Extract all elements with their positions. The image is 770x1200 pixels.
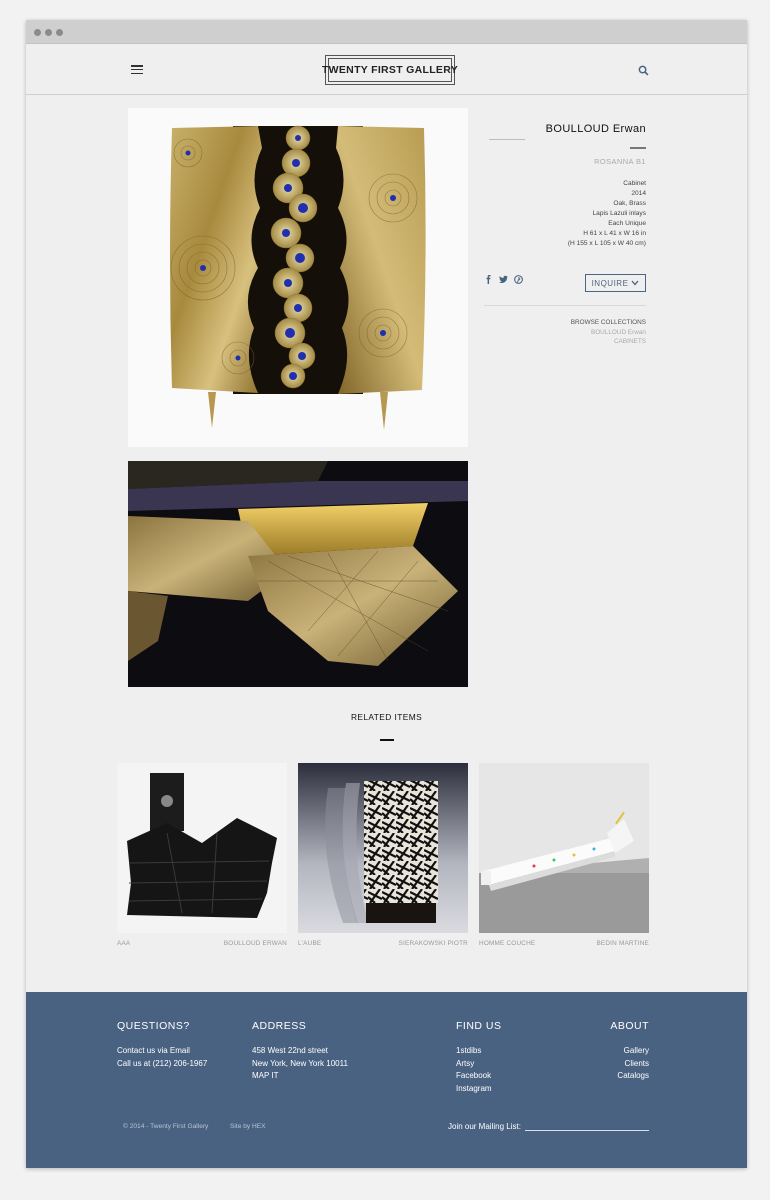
address-line: New York, New York 10011	[252, 1058, 348, 1068]
footer-questions: QUESTIONS? Contact us via Email Call us …	[117, 1020, 207, 1070]
footer-address: ADDRESS 458 West 22nd street New York, N…	[252, 1020, 348, 1083]
inquire-label: INQUIRE	[591, 278, 629, 288]
divider-line	[484, 305, 646, 306]
browse-title[interactable]: BROWSE COLLECTIONS	[571, 318, 646, 328]
logo-text: TWENTY FIRST GALLERY	[322, 58, 458, 82]
search-icon[interactable]	[638, 65, 649, 76]
window-dot	[34, 29, 41, 36]
mailing-list: Join our Mailing List:	[448, 1121, 649, 1131]
pinterest-icon[interactable]	[514, 275, 523, 284]
copyright-text: © 2014 - Twenty First Gallery	[123, 1123, 209, 1130]
browser-window: TWENTY FIRST GALLERY BOULLOUD Erwan ROSA…	[26, 20, 747, 1168]
footer-heading: FIND US	[456, 1020, 502, 1032]
product-specs: Cabinet 2014 Oak, Brass Lapis Lazuli inl…	[568, 179, 646, 249]
site-logo[interactable]: TWENTY FIRST GALLERY	[322, 55, 458, 85]
related-item-artist[interactable]: BOULLOUD ERWAN	[224, 940, 287, 947]
footer-about: ABOUT Gallery Clients Catalogs	[610, 1020, 649, 1083]
mailing-list-input[interactable]	[524, 1121, 649, 1131]
contact-phone-link[interactable]: Call us at (212) 206-1967	[117, 1058, 207, 1071]
related-item-name[interactable]: AAA	[117, 940, 130, 947]
facebook-icon[interactable]	[484, 275, 493, 284]
address-line: 458 West 22nd street	[252, 1046, 328, 1055]
accent-bar	[630, 147, 646, 149]
mailing-list-label: Join our Mailing List:	[448, 1122, 521, 1131]
spec-line: Each Unique	[608, 220, 646, 227]
related-item-image[interactable]	[298, 763, 468, 933]
browse-collections: BROWSE COLLECTIONS BOULLOUD Erwan CABINE…	[571, 318, 646, 347]
find-us-link[interactable]: Artsy	[456, 1058, 502, 1071]
related-item-card[interactable]: AAA BOULLOUD ERWAN	[117, 763, 287, 947]
related-item-name[interactable]: HOMME COUCHE	[479, 940, 535, 947]
site-footer: QUESTIONS? Contact us via Email Call us …	[26, 992, 747, 1168]
browser-chrome	[26, 20, 747, 44]
find-us-link[interactable]: 1stdibs	[456, 1045, 502, 1058]
spec-line: (H 155 x L 105 x W 40 cm)	[567, 240, 646, 247]
divider-line	[489, 139, 525, 140]
artist-name: BOULLOUD Erwan	[545, 123, 646, 135]
about-link[interactable]: Catalogs	[610, 1070, 649, 1083]
accent-bar	[380, 739, 394, 741]
piece-name: ROSANNA B1	[594, 157, 646, 166]
site-by-link[interactable]: Site by HEX	[230, 1123, 266, 1130]
spec-line: Lapis Lazuli inlays	[592, 210, 646, 217]
footer-heading: QUESTIONS?	[117, 1020, 190, 1032]
related-item-card[interactable]: L'AUBE SIERAKOWSKI PIOTR	[298, 763, 468, 947]
find-us-link[interactable]: Instagram	[456, 1083, 502, 1096]
site-header: TWENTY FIRST GALLERY	[26, 44, 747, 95]
map-it-link[interactable]: MAP IT	[252, 1070, 348, 1083]
product-image-main[interactable]	[128, 108, 468, 447]
spec-line: 2014	[631, 190, 646, 197]
related-item-artist[interactable]: SIERAKOWSKI PIOTR	[399, 940, 468, 947]
product-image-detail[interactable]	[128, 461, 468, 687]
about-link[interactable]: Gallery	[610, 1045, 649, 1058]
window-dot	[45, 29, 52, 36]
window-dot	[56, 29, 63, 36]
spec-line: H 61 x L 41 x W 16 in	[583, 230, 646, 237]
find-us-link[interactable]: Facebook	[456, 1070, 502, 1083]
twitter-icon[interactable]	[499, 275, 508, 284]
related-item-image[interactable]	[479, 763, 649, 933]
inquire-button[interactable]: INQUIRE	[585, 274, 646, 292]
social-links	[484, 275, 523, 284]
related-item-image[interactable]	[117, 763, 287, 933]
chevron-down-icon	[631, 280, 639, 286]
related-items-title: RELATED ITEMS	[350, 712, 423, 722]
hamburger-icon[interactable]	[131, 65, 143, 75]
footer-find-us: FIND US 1stdibs Artsy Facebook Instagram	[456, 1020, 502, 1095]
contact-email-link[interactable]: Contact us via Email	[117, 1045, 207, 1058]
related-item-name[interactable]: L'AUBE	[298, 940, 321, 947]
about-link[interactable]: Clients	[610, 1058, 649, 1071]
spec-line: Oak, Brass	[613, 200, 646, 207]
related-item-artist[interactable]: BEDIN MARTINE	[596, 940, 649, 947]
related-item-card[interactable]: HOMME COUCHE BEDIN MARTINE	[479, 763, 649, 947]
footer-heading: ABOUT	[610, 1020, 649, 1032]
footer-heading: ADDRESS	[252, 1020, 307, 1032]
browse-category-link[interactable]: CABINETS	[571, 337, 646, 347]
browse-artist-link[interactable]: BOULLOUD Erwan	[571, 328, 646, 338]
spec-line: Cabinet	[623, 180, 646, 187]
